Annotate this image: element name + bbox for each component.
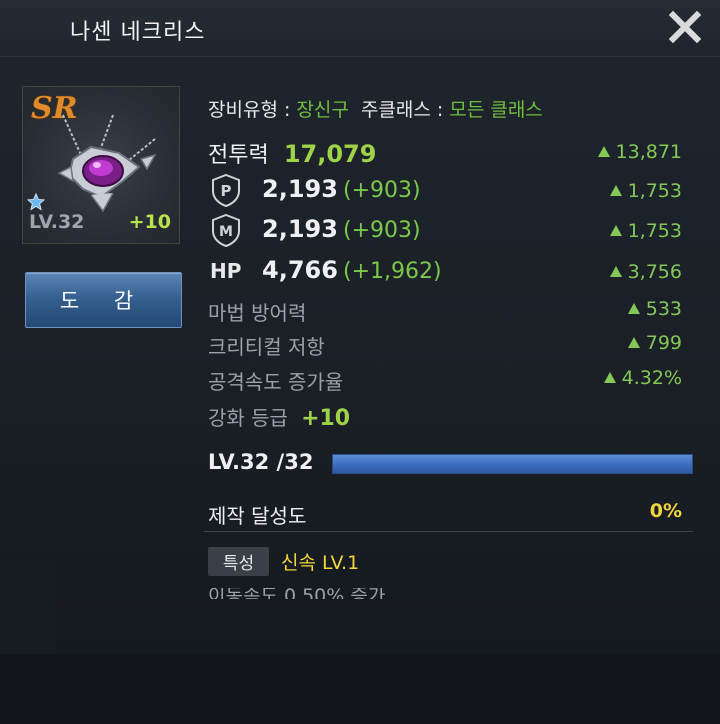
attack-speed-row: 공격속도 증가율 (208, 366, 343, 395)
codex-button[interactable]: 도 감 (25, 272, 182, 328)
hp-delta: 3,756 (609, 261, 682, 283)
item-level: LV.32 (29, 211, 85, 233)
up-arrow-icon (609, 266, 622, 277)
magic-defense-label: 마법 방어력 (208, 301, 307, 325)
up-arrow-icon (627, 303, 640, 314)
equip-type-label: 장비유형 : (208, 99, 297, 121)
craft-label: 제작 달성도 (208, 504, 307, 528)
combat-power-value: 17,079 (283, 140, 377, 168)
up-arrow-icon (603, 372, 616, 383)
item-icon-frame: SR LV.32 +10 (22, 86, 180, 244)
hp-bonus: (+1,962) (343, 259, 442, 284)
trait-tag: 특성 (208, 547, 269, 576)
hp-row: 4,766 (+1,962) (262, 256, 442, 284)
craft-value: 0% (649, 500, 682, 522)
up-arrow-icon (627, 337, 640, 348)
m-shield-icon: M (212, 213, 240, 247)
equipment-meta: 장비유형 : 장신구 주클래스 : 모든 클래스 (208, 95, 543, 122)
crit-resist-row: 크리티컬 저항 (208, 331, 325, 360)
physical-bonus: (+903) (343, 178, 421, 203)
svg-text:P: P (221, 182, 232, 200)
up-arrow-icon (609, 225, 622, 236)
background-bottom (0, 654, 720, 724)
enhance-grade-label: 강화 등급 (208, 406, 288, 430)
trait-name: 신속 LV.1 (281, 552, 360, 574)
combat-power-delta: 13,871 (597, 141, 682, 163)
main-class-value: 모든 클래스 (449, 99, 543, 121)
equip-type-value: 장신구 (296, 99, 349, 121)
hp-value: 4,766 (262, 256, 338, 284)
divider (204, 531, 693, 532)
magic-bonus: (+903) (343, 218, 421, 243)
attack-speed-label: 공격속도 증가율 (208, 370, 344, 394)
header-bar: 나센 네크리스 (0, 0, 720, 57)
physical-value: 2,193 (262, 175, 338, 203)
magic-value: 2,193 (262, 215, 338, 243)
crit-resist-delta: 799 (627, 332, 682, 354)
level-progress-bar (332, 454, 693, 474)
item-title: 나센 네크리스 (70, 20, 206, 45)
level-label: LV.32 /32 (208, 450, 314, 474)
enhance-grade-value: +10 (301, 406, 351, 431)
combat-power-row: 전투력 17,079 (208, 137, 376, 169)
p-shield-icon: P (212, 173, 240, 207)
attack-speed-delta: 4.32% (603, 367, 682, 389)
magic-defense-delta: 533 (627, 298, 682, 320)
combat-power-label: 전투력 (208, 143, 269, 168)
hp-label: HP (210, 259, 242, 283)
crit-resist-label: 크리티컬 저항 (208, 335, 325, 359)
physical-attack-row: 2,193 (+903) (262, 175, 421, 203)
star-icon (27, 193, 45, 211)
trait-description: 이동속도 0.50% 증가 (208, 588, 386, 599)
close-button[interactable] (662, 6, 708, 48)
background-shade (0, 560, 56, 654)
up-arrow-icon (609, 185, 622, 196)
magic-defense-row: 마법 방어력 (208, 297, 306, 326)
up-arrow-icon (597, 146, 610, 157)
svg-text:M: M (219, 224, 233, 240)
close-icon (668, 10, 702, 44)
item-enhance: +10 (128, 211, 171, 233)
enhance-grade-row: 강화 등급 +10 (208, 402, 350, 431)
main-class-label: 주클래스 : (348, 99, 450, 121)
necklace-icon (57, 114, 157, 213)
magic-delta: 1,753 (609, 220, 682, 242)
item-detail-panel: 나센 네크리스 SR LV.32 +10 도 감 장비유형 : 장신구 주클래스… (0, 0, 720, 724)
physical-delta: 1,753 (609, 180, 682, 202)
magic-attack-row: 2,193 (+903) (262, 215, 421, 243)
